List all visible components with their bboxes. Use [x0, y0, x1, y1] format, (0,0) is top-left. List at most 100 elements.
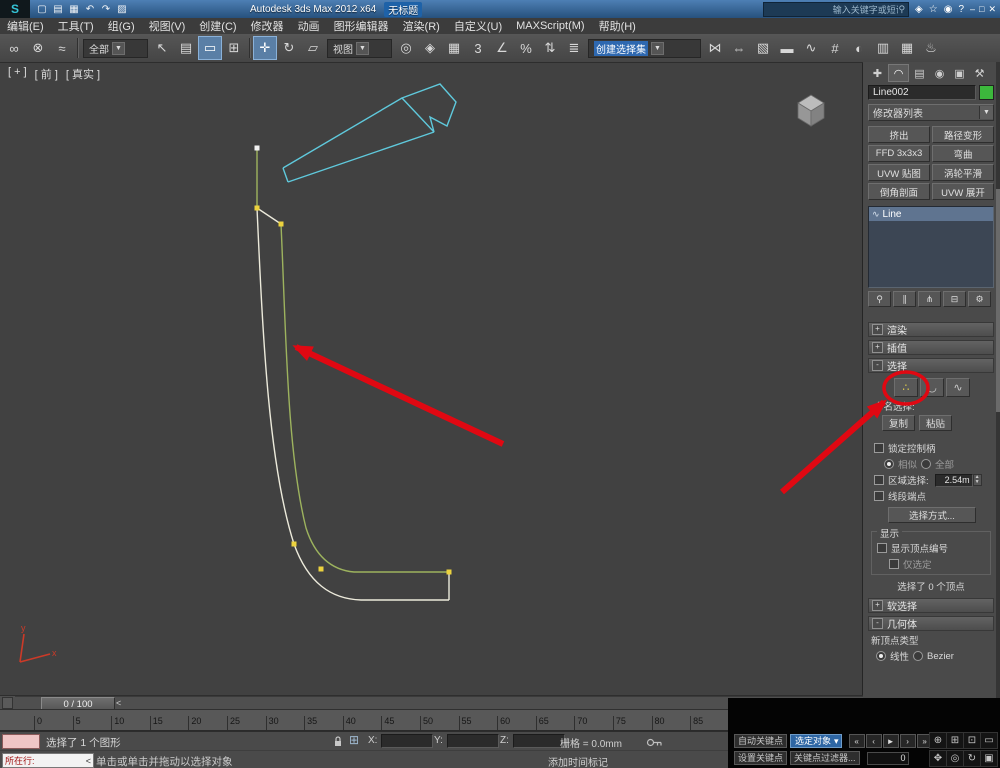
- macro-recorder-field[interactable]: [2, 734, 40, 749]
- collapse-icon[interactable]: -: [872, 360, 883, 371]
- ribbon-toggle-icon[interactable]: ▬: [775, 36, 799, 60]
- go-to-start-icon[interactable]: «: [848, 734, 865, 748]
- select-and-rotate-icon[interactable]: ↻: [277, 36, 301, 60]
- select-by-name-icon[interactable]: ▤: [174, 36, 198, 60]
- copy-button[interactable]: 复制: [882, 415, 916, 431]
- select-by-button[interactable]: 选择方式...: [888, 507, 976, 523]
- curve-editor-icon[interactable]: ∿: [799, 36, 823, 60]
- time-step-back[interactable]: <: [116, 698, 121, 708]
- help-icon[interactable]: ?: [958, 4, 964, 15]
- stack-item-line[interactable]: ∿ Line: [869, 207, 993, 221]
- modifier-ffd3x3x3-button[interactable]: FFD 3x3x3: [868, 145, 930, 162]
- material-editor-icon[interactable]: ◐: [847, 36, 871, 60]
- search-box[interactable]: 输入关键字或短语 ⚲: [763, 1, 910, 17]
- object-name-field[interactable]: Line002: [868, 85, 976, 100]
- chevron-down-icon[interactable]: ▼: [651, 41, 664, 55]
- auto-key-button[interactable]: 自动关键点: [734, 734, 788, 748]
- configure-modifier-sets-icon[interactable]: ⚙: [968, 291, 991, 307]
- maximize-button[interactable]: □: [979, 4, 984, 15]
- vertex-subobject-button[interactable]: ∴: [894, 378, 918, 397]
- chevron-down-icon[interactable]: ▼: [112, 41, 125, 55]
- edit-named-selection-sets-icon[interactable]: ≣: [562, 36, 586, 60]
- modifier-unwrap-uvw-button[interactable]: UVW 展开: [932, 183, 994, 200]
- tab-create[interactable]: ✚: [868, 65, 887, 81]
- viewport-menu-shading[interactable]: [ 真实 ]: [66, 66, 100, 82]
- absolute-offset-toggle-icon[interactable]: ⊞: [349, 733, 359, 747]
- key-filters-button[interactable]: 关键点过滤器...: [790, 751, 860, 765]
- angle-snap-icon[interactable]: ∠: [490, 36, 514, 60]
- z-coordinate-field[interactable]: [513, 734, 565, 748]
- select-and-manipulate-icon[interactable]: ◈: [418, 36, 442, 60]
- next-frame-icon[interactable]: ›: [899, 734, 916, 748]
- menu-customize[interactable]: 自定义(U): [447, 18, 509, 34]
- chevron-down-icon[interactable]: ▼: [356, 41, 369, 55]
- modifier-stack[interactable]: ∿ Line: [868, 206, 994, 288]
- mirror-icon[interactable]: ⋈: [703, 36, 727, 60]
- profile-spline[interactable]: [256, 148, 450, 601]
- area-selection-value[interactable]: 2.54m: [934, 473, 973, 487]
- modifier-bevel-profile-button[interactable]: 倒角剖面: [868, 183, 930, 200]
- rollout-geometry[interactable]: - 几何体: [868, 616, 994, 631]
- menu-graph-editors[interactable]: 图形编辑器: [327, 18, 396, 34]
- maximize-viewport-icon[interactable]: ▣: [980, 750, 998, 767]
- lock-handles-checkbox[interactable]: [874, 443, 884, 453]
- zoom-region-icon[interactable]: ▭: [980, 732, 998, 749]
- tab-modify[interactable]: ◠: [888, 64, 909, 82]
- menu-animation[interactable]: 动画: [291, 18, 327, 34]
- reference-coordinate-dropdown[interactable]: 视图 ▼: [327, 38, 392, 58]
- spline-subobject-button[interactable]: ∿: [946, 378, 970, 397]
- render-setup-icon[interactable]: ▥: [871, 36, 895, 60]
- orbit-icon[interactable]: ↻: [963, 750, 981, 767]
- selected-only-checkbox[interactable]: [889, 559, 899, 569]
- scrollbar-thumb[interactable]: [996, 189, 1000, 412]
- field-of-view-icon[interactable]: ◎: [946, 750, 964, 767]
- play-icon[interactable]: ►: [882, 734, 899, 748]
- menu-views[interactable]: 视图(V): [142, 18, 193, 34]
- app-logo-icon[interactable]: S: [0, 0, 30, 18]
- info-center-icon[interactable]: ◈: [915, 4, 923, 15]
- spinner-snap-icon[interactable]: ⇅: [538, 36, 562, 60]
- window-crossing-toggle-icon[interactable]: ⊞: [222, 36, 246, 60]
- pan-icon[interactable]: ✥: [929, 750, 947, 767]
- cyan-shape[interactable]: [282, 83, 457, 183]
- modifier-list-dropdown[interactable]: 修改器列表 ▼: [868, 104, 994, 121]
- modifier-path-deform-button[interactable]: 路径变形: [932, 126, 994, 143]
- menu-help[interactable]: 帮助(H): [592, 18, 643, 34]
- rectangular-selection-region-icon[interactable]: ▭: [198, 36, 222, 60]
- modifier-turbosmooth-button[interactable]: 涡轮平滑: [932, 164, 994, 181]
- alike-radio[interactable]: [884, 459, 894, 469]
- save-file-icon[interactable]: ▦: [66, 4, 82, 15]
- selection-lock-icon[interactable]: [330, 734, 346, 748]
- show-vertex-numbers-checkbox[interactable]: [877, 543, 887, 553]
- bezier-vertex-radio[interactable]: [913, 651, 924, 661]
- zoom-all-icon[interactable]: ⊞: [946, 732, 964, 749]
- render-production-icon[interactable]: ♨: [919, 36, 943, 60]
- panel-scrollbar[interactable]: [996, 62, 1000, 698]
- undo-icon[interactable]: ↶: [82, 4, 98, 15]
- pin-stack-icon[interactable]: ⚲: [868, 291, 891, 307]
- zoom-icon[interactable]: ⊕: [929, 732, 947, 749]
- all-radio[interactable]: [921, 459, 932, 469]
- unlink-selection-icon[interactable]: ⊗: [26, 36, 50, 60]
- tab-hierarchy[interactable]: ▤: [910, 65, 929, 81]
- modifier-uvw-map-button[interactable]: UVW 贴图: [868, 164, 930, 181]
- expand-icon[interactable]: +: [872, 342, 883, 353]
- minimize-button[interactable]: –: [970, 4, 975, 15]
- select-and-move-icon[interactable]: ✛: [253, 36, 277, 60]
- menu-tools[interactable]: 工具(T): [51, 18, 101, 34]
- viewport-menu-general[interactable]: [ + ]: [8, 66, 27, 82]
- redo-icon[interactable]: ↷: [98, 4, 114, 15]
- spline-vertices[interactable]: [254, 145, 452, 575]
- previous-frame-icon[interactable]: ‹: [865, 734, 882, 748]
- y-coordinate-field[interactable]: [447, 734, 499, 748]
- add-time-tag[interactable]: 添加时间标记: [548, 754, 608, 768]
- menu-edit[interactable]: 编辑(E): [0, 18, 51, 34]
- communication-center-icon[interactable]: ◉: [944, 4, 953, 15]
- key-filter-selected-dropdown[interactable]: 选定对象 ▾: [790, 734, 842, 748]
- listener-arrow[interactable]: <: [86, 756, 91, 766]
- layer-manager-icon[interactable]: ▧: [751, 36, 775, 60]
- rollout-soft-selection[interactable]: + 软选择: [868, 598, 994, 613]
- collapse-icon[interactable]: -: [872, 618, 883, 629]
- spinner-arrows[interactable]: ▲ ▼: [972, 474, 982, 486]
- remove-modifier-icon[interactable]: ⊟: [943, 291, 966, 307]
